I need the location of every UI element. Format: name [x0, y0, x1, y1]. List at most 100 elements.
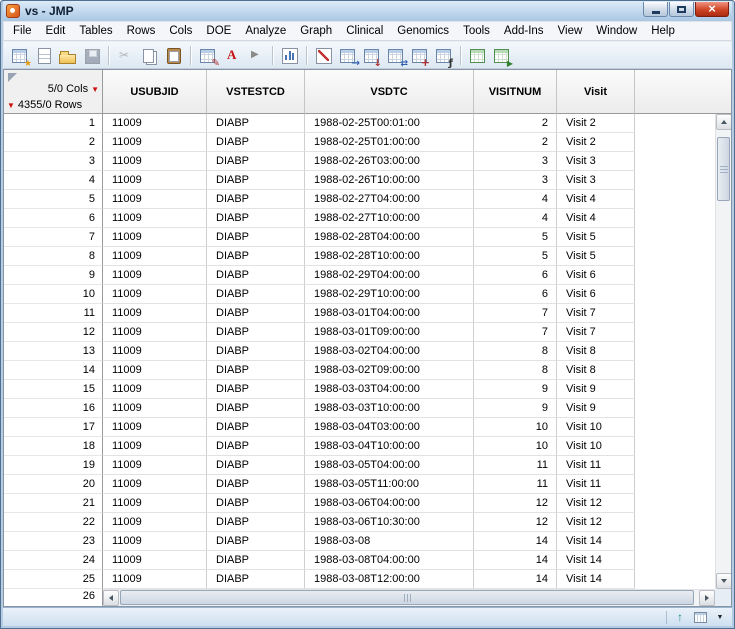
fit-y-by-x-button[interactable] [312, 44, 335, 67]
run-script-button[interactable] [244, 44, 267, 67]
cell-usubjid[interactable]: 11009 [103, 551, 207, 570]
cell-visit[interactable]: Visit 12 [557, 494, 635, 513]
scroll-up-button[interactable] [716, 114, 731, 130]
cell-vsdtc[interactable]: 1988-03-01T04:00:00 [305, 304, 474, 323]
cell-visit[interactable]: Visit 6 [557, 266, 635, 285]
cell-vsdtc[interactable]: 1988-03-08 [305, 532, 474, 551]
menu-item-cols[interactable]: Cols [162, 22, 199, 40]
cell-visit[interactable]: Visit 7 [557, 304, 635, 323]
cell-vstestcd[interactable]: DIABP [207, 513, 305, 532]
cell-usubjid[interactable]: 11009 [103, 342, 207, 361]
cell-vsdtc[interactable]: 1988-03-08T12:00:00 [305, 570, 474, 589]
rows-red-triangle-icon[interactable] [7, 99, 15, 111]
edit-table-button[interactable] [196, 44, 219, 67]
cell-usubjid[interactable]: 11009 [103, 437, 207, 456]
cell-visit[interactable]: Visit 6 [557, 285, 635, 304]
cell-visit[interactable]: Visit 2 [557, 114, 635, 133]
cell-visitnum[interactable]: 4 [474, 209, 557, 228]
cell-visitnum[interactable]: 2 [474, 133, 557, 152]
row-number[interactable]: 7 [4, 228, 103, 247]
cell-vsdtc[interactable]: 1988-03-01T09:00:00 [305, 323, 474, 342]
cell-usubjid[interactable]: 11009 [103, 152, 207, 171]
row-number[interactable]: 20 [4, 475, 103, 494]
cell-visit[interactable]: Visit 8 [557, 361, 635, 380]
row-number[interactable]: 23 [4, 532, 103, 551]
row-number[interactable]: 15 [4, 380, 103, 399]
cell-vstestcd[interactable]: DIABP [207, 551, 305, 570]
row-number[interactable]: 11 [4, 304, 103, 323]
cell-vstestcd[interactable]: DIABP [207, 361, 305, 380]
row-number[interactable]: 3 [4, 152, 103, 171]
cell-visitnum[interactable]: 2 [474, 114, 557, 133]
cell-vstestcd[interactable]: DIABP [207, 266, 305, 285]
stack-button[interactable] [384, 44, 407, 67]
cell-vsdtc[interactable]: 1988-03-06T04:00:00 [305, 494, 474, 513]
cell-vsdtc[interactable]: 1988-02-29T04:00:00 [305, 266, 474, 285]
row-number[interactable]: 8 [4, 247, 103, 266]
cell-usubjid[interactable]: 11009 [103, 133, 207, 152]
cell-vstestcd[interactable]: DIABP [207, 114, 305, 133]
cell-usubjid[interactable]: 11009 [103, 570, 207, 589]
cell-vstestcd[interactable]: DIABP [207, 285, 305, 304]
menu-item-file[interactable]: File [6, 22, 39, 40]
cell-usubjid[interactable]: 11009 [103, 247, 207, 266]
row-number[interactable]: 6 [4, 209, 103, 228]
cell-visitnum[interactable]: 14 [474, 532, 557, 551]
rows-panel[interactable]: 4355/0 Rows [7, 99, 82, 111]
cell-visitnum[interactable]: 5 [474, 247, 557, 266]
menu-item-view[interactable]: View [551, 22, 590, 40]
cell-visitnum[interactable]: 7 [474, 323, 557, 342]
session-button[interactable] [490, 44, 513, 67]
open-button[interactable] [56, 44, 79, 67]
menu-item-rows[interactable]: Rows [120, 22, 163, 40]
cell-usubjid[interactable]: 11009 [103, 228, 207, 247]
table-grid-icon[interactable] [691, 609, 709, 625]
cell-visit[interactable]: Visit 9 [557, 380, 635, 399]
cell-vsdtc[interactable]: 1988-02-25T00:01:00 [305, 114, 474, 133]
cell-visitnum[interactable]: 7 [474, 304, 557, 323]
new-journal-button[interactable] [32, 44, 55, 67]
cell-usubjid[interactable]: 11009 [103, 380, 207, 399]
cell-vstestcd[interactable]: DIABP [207, 247, 305, 266]
menu-item-tools[interactable]: Tools [456, 22, 497, 40]
cell-usubjid[interactable]: 11009 [103, 399, 207, 418]
menu-item-graph[interactable]: Graph [293, 22, 339, 40]
minimize-button[interactable] [643, 2, 668, 17]
cell-visitnum[interactable]: 12 [474, 494, 557, 513]
row-number[interactable]: 12 [4, 323, 103, 342]
panel-disclosure-icon[interactable] [8, 73, 17, 82]
cell-visitnum[interactable]: 10 [474, 437, 557, 456]
cell-usubjid[interactable]: 11009 [103, 494, 207, 513]
row-number[interactable]: 10 [4, 285, 103, 304]
sort-button[interactable] [360, 44, 383, 67]
menu-item-clinical[interactable]: Clinical [339, 22, 390, 40]
cell-visitnum[interactable]: 9 [474, 399, 557, 418]
cell-visitnum[interactable]: 3 [474, 171, 557, 190]
menu-item-doe[interactable]: DOE [199, 22, 238, 40]
cell-vstestcd[interactable]: DIABP [207, 494, 305, 513]
paste-button[interactable] [162, 44, 185, 67]
vertical-scrollbar[interactable] [715, 114, 731, 589]
cell-vstestcd[interactable]: DIABP [207, 456, 305, 475]
menu-item-help[interactable]: Help [644, 22, 682, 40]
layout-button[interactable] [466, 44, 489, 67]
close-button[interactable] [695, 2, 729, 17]
row-number[interactable]: 9 [4, 266, 103, 285]
cell-visit[interactable]: Visit 7 [557, 323, 635, 342]
cell-vsdtc[interactable]: 1988-02-26T10:00:00 [305, 171, 474, 190]
row-number[interactable]: 18 [4, 437, 103, 456]
cell-visit[interactable]: Visit 9 [557, 399, 635, 418]
scroll-down-button[interactable] [716, 573, 731, 589]
cell-usubjid[interactable]: 11009 [103, 209, 207, 228]
row-number[interactable]: 19 [4, 456, 103, 475]
cell-visit[interactable]: Visit 11 [557, 456, 635, 475]
row-number[interactable]: 1 [4, 114, 103, 133]
horizontal-scrollbar[interactable] [103, 589, 715, 606]
cell-vsdtc[interactable]: 1988-02-28T10:00:00 [305, 247, 474, 266]
row-number[interactable]: 26 [4, 589, 103, 606]
corner-menu-icon[interactable] [711, 609, 729, 625]
column-header-usubjid[interactable]: USUBJID [103, 70, 207, 114]
cell-vstestcd[interactable]: DIABP [207, 342, 305, 361]
cell-vstestcd[interactable]: DIABP [207, 437, 305, 456]
cell-vstestcd[interactable]: DIABP [207, 380, 305, 399]
